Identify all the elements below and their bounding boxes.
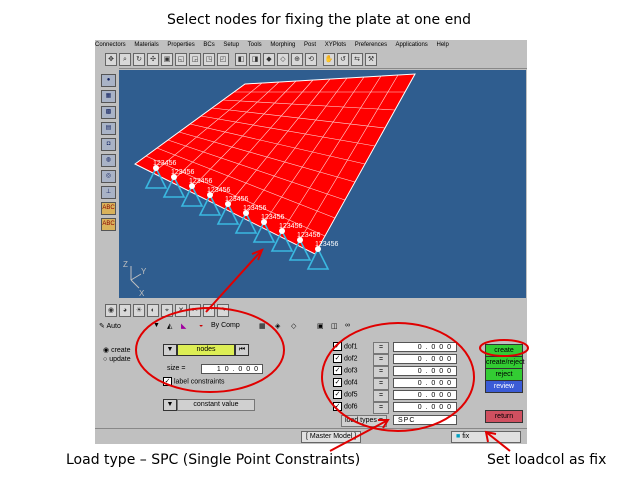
arrow-to-nodes (205, 249, 263, 313)
caption-loadcol: Set loadcol as fix (487, 452, 607, 468)
arrow-to-load-types (329, 419, 389, 452)
dof-highlight (321, 322, 475, 432)
arrow-to-loadcol (485, 431, 511, 452)
caption-load-type: Load type – SPC (Single Point Constraint… (66, 452, 361, 468)
nodes-selector-highlight (135, 307, 285, 393)
annotation-overlay (135, 248, 529, 452)
create-highlight (479, 339, 529, 357)
